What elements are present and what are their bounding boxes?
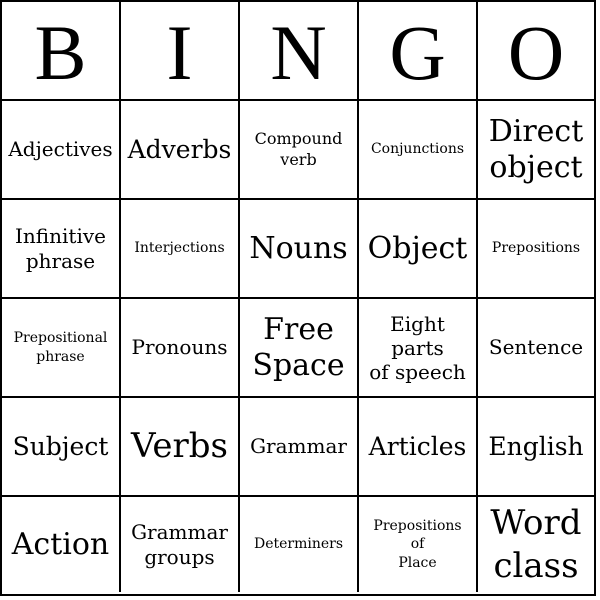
cell-label: Articles [368, 431, 467, 461]
header-letter: G [389, 8, 446, 96]
bingo-cell[interactable]: Compound verb [240, 101, 359, 200]
bingo-cell[interactable]: Grammar groups [121, 497, 240, 592]
bingo-cell[interactable]: Verbs [121, 398, 240, 497]
cell-label: Conjunctions [370, 141, 465, 158]
bingo-cell[interactable]: Word class [478, 497, 594, 592]
bingo-cell[interactable]: Prepositions of Place [359, 497, 478, 592]
cell-label: Grammar [250, 434, 347, 458]
cell-label: Infinitive phrase [15, 223, 106, 273]
cell-label: Eight parts of speech [369, 311, 466, 384]
header-letter: N [270, 8, 327, 96]
cell-label: Verbs [130, 426, 229, 467]
header-letter-b: B [2, 2, 121, 101]
bingo-cell[interactable]: Pronouns [121, 299, 240, 398]
cell-label: Compound verb [254, 128, 343, 169]
bingo-cell[interactable]: Action [2, 497, 121, 592]
bingo-cell[interactable]: Subject [2, 398, 121, 497]
header-letter: B [34, 8, 87, 96]
cell-label: Pronouns [131, 335, 228, 359]
cell-label: Nouns [249, 230, 348, 266]
cell-label: Object [367, 230, 468, 266]
bingo-cell[interactable]: Infinitive phrase [2, 200, 121, 299]
cell-label: Prepositions of Place [373, 518, 462, 571]
bingo-cell[interactable]: Sentence [478, 299, 594, 398]
bingo-cell[interactable]: Direct object [478, 101, 594, 200]
bingo-cell[interactable]: Prepositions [478, 200, 594, 299]
bingo-cell[interactable]: Adverbs [121, 101, 240, 200]
header-letter-g: G [359, 2, 478, 101]
header-letter-i: I [121, 2, 240, 101]
bingo-cell[interactable]: Adjectives [2, 101, 121, 200]
cell-label: Subject [12, 431, 109, 461]
bingo-cell[interactable]: Determiners [240, 497, 359, 592]
bingo-cell[interactable]: English [478, 398, 594, 497]
cell-label: Adverbs [127, 134, 232, 164]
bingo-cell[interactable]: Interjections [121, 200, 240, 299]
bingo-cell[interactable]: Articles [359, 398, 478, 497]
header-letter-o: O [478, 2, 594, 101]
cell-label: Action [11, 526, 110, 562]
cell-label: Adjectives [8, 137, 113, 161]
bingo-cell[interactable]: Object [359, 200, 478, 299]
bingo-cell[interactable]: Conjunctions [359, 101, 478, 200]
header-letter-n: N [240, 2, 359, 101]
cell-label: Determiners [253, 536, 344, 553]
free-space-cell[interactable]: Free Space [240, 299, 359, 398]
cell-label: Sentence [488, 335, 584, 359]
cell-label: Prepositions [491, 240, 581, 257]
bingo-cell[interactable]: Grammar [240, 398, 359, 497]
cell-label: Free Space [252, 311, 345, 383]
bingo-cell[interactable]: Eight parts of speech [359, 299, 478, 398]
bingo-cell[interactable]: Nouns [240, 200, 359, 299]
cell-label: Grammar groups [131, 519, 228, 569]
cell-label: Prepositional phrase [13, 330, 108, 365]
cell-label: English [488, 431, 584, 461]
header-letter: O [507, 8, 565, 96]
cell-label: Word class [490, 503, 582, 586]
bingo-card: B I N G O Adjectives Adverbs Compound ve… [0, 0, 596, 596]
cell-label: Interjections [134, 240, 225, 257]
cell-label: Direct object [488, 113, 584, 185]
header-letter: I [166, 8, 193, 96]
bingo-cell[interactable]: Prepositional phrase [2, 299, 121, 398]
